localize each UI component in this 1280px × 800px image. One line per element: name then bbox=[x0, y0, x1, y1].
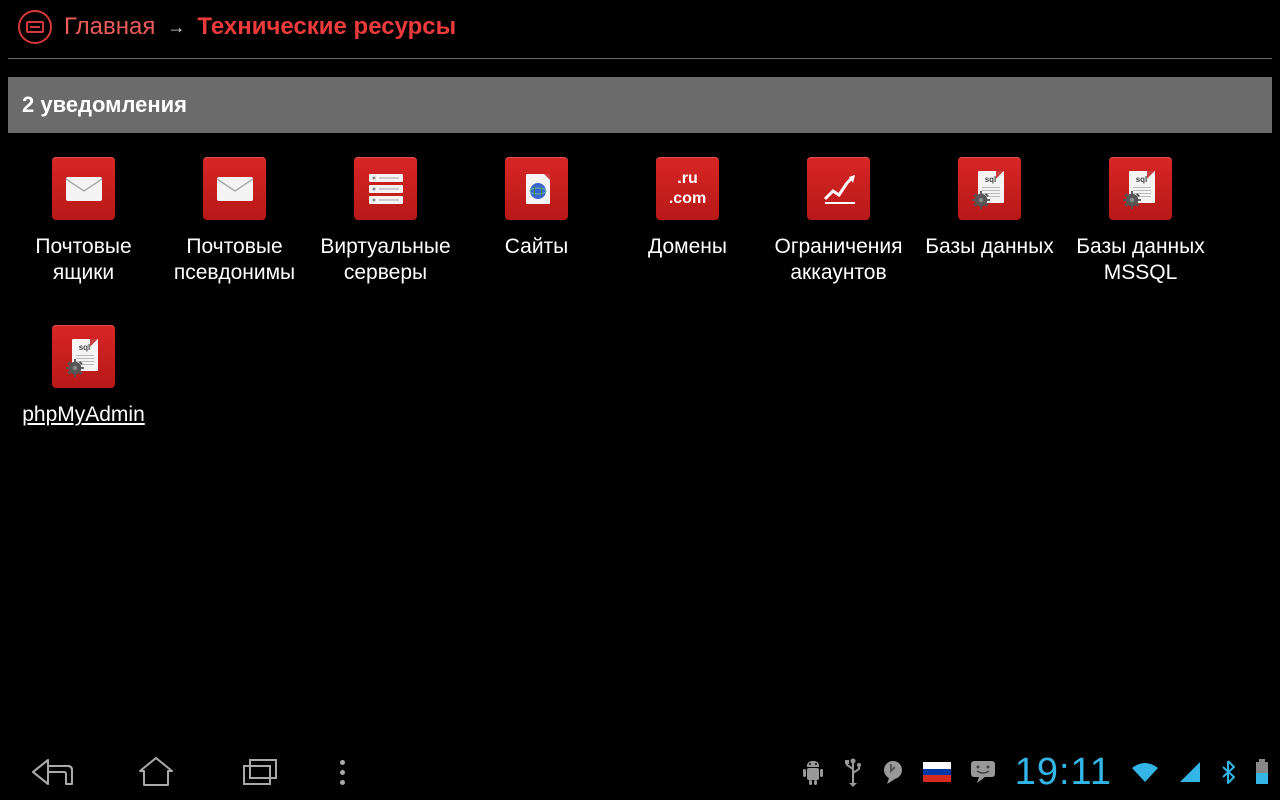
mail-icon bbox=[203, 157, 266, 220]
sql-icon: sql bbox=[958, 157, 1021, 220]
tile-mail-aliases[interactable]: Почтовые псевдонимы bbox=[159, 157, 310, 285]
sql-icon: sql bbox=[1109, 157, 1172, 220]
locale-flag-ru-icon bbox=[923, 762, 951, 782]
tile-mailboxes[interactable]: Почтовые ящики bbox=[8, 157, 159, 285]
tile-label: phpMyAdmin bbox=[20, 402, 147, 428]
system-bar: 19:11 bbox=[0, 744, 1280, 800]
cell-signal-icon bbox=[1178, 760, 1202, 784]
tile-label: Почтовые псевдонимы bbox=[159, 234, 310, 285]
sms-icon bbox=[969, 759, 997, 785]
back-button[interactable] bbox=[30, 754, 74, 790]
battery-icon bbox=[1254, 759, 1270, 785]
tile-label: Базы данных MSSQL bbox=[1065, 234, 1216, 285]
header-divider bbox=[8, 58, 1272, 59]
app-logo-icon[interactable] bbox=[18, 10, 52, 44]
tile-phpmyadmin[interactable]: sql phpMyAdmin bbox=[8, 325, 159, 428]
tile-label: Ограничения аккаунтов bbox=[763, 234, 914, 285]
tile-databases[interactable]: sql Базы данных bbox=[914, 157, 1065, 285]
usb-icon bbox=[843, 757, 863, 787]
tile-label: Базы данных bbox=[923, 234, 1056, 260]
tiles-grid: Почтовые ящики Почтовые псевдонимы Вирту… bbox=[0, 133, 1280, 468]
notification-bar[interactable]: 2 уведомления bbox=[8, 77, 1272, 133]
breadcrumb-home[interactable]: Главная bbox=[64, 13, 155, 41]
tile-domains[interactable]: .ru .com Домены bbox=[612, 157, 763, 285]
tile-databases-mssql[interactable]: sql Базы данных MSSQL bbox=[1065, 157, 1216, 285]
tile-sites[interactable]: Сайты bbox=[461, 157, 612, 285]
tile-account-limits[interactable]: Ограничения аккаунтов bbox=[763, 157, 914, 285]
overflow-menu-button[interactable] bbox=[332, 752, 353, 793]
notification-text: 2 уведомления bbox=[22, 92, 187, 118]
tile-label: Виртуальные серверы bbox=[310, 234, 461, 285]
sql-icon: sql bbox=[52, 325, 115, 388]
breadcrumb-current: Технические ресурсы bbox=[197, 13, 456, 41]
servers-icon bbox=[354, 157, 417, 220]
tile-label: Домены bbox=[646, 234, 729, 260]
tile-label: Почтовые ящики bbox=[8, 234, 159, 285]
notification-icon bbox=[881, 758, 905, 786]
home-button[interactable] bbox=[134, 754, 178, 790]
breadcrumb: Главная → Технические ресурсы bbox=[0, 0, 1280, 58]
status-clock: 19:11 bbox=[1015, 751, 1112, 794]
tile-virtual-servers[interactable]: Виртуальные серверы bbox=[310, 157, 461, 285]
breadcrumb-arrow-icon: → bbox=[167, 17, 185, 38]
mail-icon bbox=[52, 157, 115, 220]
wifi-icon bbox=[1130, 760, 1160, 784]
domains-icon: .ru .com bbox=[656, 157, 719, 220]
recent-apps-button[interactable] bbox=[238, 754, 282, 790]
bluetooth-icon bbox=[1220, 759, 1236, 785]
globe-icon bbox=[505, 157, 568, 220]
tile-label: Сайты bbox=[503, 234, 571, 260]
chart-icon bbox=[807, 157, 870, 220]
android-debug-icon bbox=[801, 758, 825, 786]
